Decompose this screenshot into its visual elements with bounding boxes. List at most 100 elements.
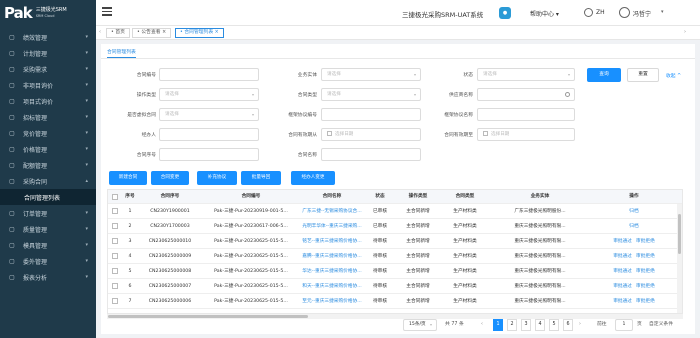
menu-toggle-icon[interactable] (102, 7, 112, 17)
page-number-input[interactable]: 1 (615, 319, 633, 331)
cell-code[interactable]: Pak-三捷-Pur-20230625-015-5... (202, 294, 300, 309)
row-action-link[interactable]: 审批通过 (613, 239, 632, 244)
sidebar-item-7[interactable]: ▢ 价格管理 ▾ (0, 141, 96, 157)
op-type-select[interactable]: 请选择 ▾ (159, 88, 259, 101)
supplement-button[interactable]: 补充协议 (197, 171, 237, 185)
handler-input[interactable] (159, 128, 259, 141)
row-checkbox[interactable] (112, 223, 118, 229)
new-contract-button[interactable]: 新建合同 (109, 171, 147, 185)
page-button[interactable]: 5 (549, 319, 559, 331)
cell-code[interactable]: Pak-三捷-Pur-20230625-015-5... (202, 279, 300, 294)
valid-to-date[interactable]: 选择日期 (477, 128, 575, 141)
valid-from-date[interactable]: 选择日期 (321, 128, 421, 141)
row-action-link[interactable]: 归档 (629, 224, 638, 229)
sidebar-item-0[interactable]: ▢ 绩效管理 ▾ (0, 29, 96, 45)
cell-code[interactable]: Pak-三捷-Pur-20230919-001-5... (202, 204, 300, 219)
column-header[interactable]: 合同名称 (300, 190, 364, 204)
row-action-link[interactable]: 审批拒绝 (636, 284, 655, 289)
sidebar-item-5[interactable]: ▢ 招标管理 ▾ (0, 109, 96, 125)
sidebar-item-9[interactable]: ▢ 采购合同 ▴ (0, 173, 96, 189)
cell-name[interactable]: 至元--重庆三捷采购价格协... (300, 294, 364, 309)
sidebar-item-8[interactable]: ▢ 配额管理 ▾ (0, 157, 96, 173)
subtab-contract-list[interactable]: 合同管理列表 (107, 48, 136, 58)
row-action-link[interactable]: 归档 (629, 209, 638, 214)
contract-name-input[interactable] (321, 148, 421, 161)
column-header[interactable]: 序号 (122, 190, 138, 204)
row-action-link[interactable]: 审批通过 (613, 269, 632, 274)
table-row[interactable]: 5 CN230625000008 Pak-三捷-Pur-20230625-015-5… (108, 264, 682, 279)
cell-code[interactable]: Pak-三捷-Pur-20230625-015-5... (202, 264, 300, 279)
chevron-down-icon[interactable]: ▾ (661, 9, 664, 15)
row-action-link[interactable]: 审批拒绝 (636, 299, 655, 304)
sidebar-item-after-1[interactable]: ▢ 质量管理 ▾ (0, 221, 96, 237)
tab-home[interactable]: • 首页 (106, 28, 130, 38)
framework-no-input[interactable] (321, 108, 421, 121)
language-switch[interactable]: ZH (596, 9, 605, 16)
sidebar-subitem-contract-list[interactable]: 合同管理列表 (0, 189, 96, 205)
row-checkbox[interactable] (112, 268, 118, 274)
row-checkbox[interactable] (112, 283, 118, 289)
tabs-left-arrow-icon[interactable]: ‹ (99, 29, 101, 35)
sidebar-item-4[interactable]: ▢ 项目式询价 ▾ (0, 93, 96, 109)
tab-contract-list[interactable]: • 合同管理列表 × (175, 28, 224, 38)
contract-type-select[interactable]: 请选择 ▾ (321, 88, 421, 101)
cell-name[interactable]: 和天--重庆三捷采购价格协... (300, 279, 364, 294)
cell-name[interactable]: 华达--重庆三捷采购价格协... (300, 264, 364, 279)
status-select[interactable]: 请选择 ▾ (477, 68, 575, 81)
column-header[interactable]: 合同序号 (138, 190, 202, 204)
globe-icon[interactable] (584, 8, 593, 17)
batch-export-button[interactable]: 批量导回 (241, 171, 281, 185)
chat-icon[interactable]: ● (499, 7, 511, 19)
sidebar-item-1[interactable]: ▢ 计划管理 ▾ (0, 45, 96, 61)
handler-change-button[interactable]: 经办人变更 (291, 171, 335, 185)
user-name[interactable]: 冯哲宁 (633, 9, 651, 18)
custom-condition-link[interactable]: 自定义条件 (649, 319, 673, 331)
row-action-link[interactable]: 审批通过 (613, 299, 632, 304)
row-checkbox[interactable] (112, 298, 118, 304)
table-row[interactable]: 1 CN230Y1900001 Pak-三捷-Pur-20230919-001-5.… (108, 204, 682, 219)
page-button[interactable]: 2 (507, 319, 517, 331)
column-header[interactable]: 合同类型 (440, 190, 490, 204)
sidebar-item-2[interactable]: ▢ 采购需求 ▾ (0, 61, 96, 77)
row-action-link[interactable]: 审批拒绝 (636, 254, 655, 259)
framework-name-input[interactable] (477, 108, 575, 121)
table-row[interactable]: 6 CN230625000007 Pak-三捷-Pur-20230625-015-5… (108, 279, 682, 294)
cell-code[interactable]: Pak-三捷-Pur-20230625-015-5... (202, 249, 300, 264)
cell-code[interactable]: Pak-三捷-Pur-20230625-015-5... (202, 234, 300, 249)
supplier-input[interactable] (477, 88, 575, 101)
sidebar-item-after-2[interactable]: ▢ 模具管理 ▾ (0, 237, 96, 253)
cell-name[interactable]: 嘉腾--重庆三捷采购价格协... (300, 249, 364, 264)
prev-page-icon[interactable]: ‹ (481, 319, 483, 331)
row-checkbox[interactable] (112, 238, 118, 244)
row-action-link[interactable]: 审批通过 (613, 284, 632, 289)
sidebar-item-6[interactable]: ▢ 竞价管理 ▾ (0, 125, 96, 141)
table-row[interactable]: 3 CN230625000010 Pak-三捷-Pur-20230625-015-5… (108, 234, 682, 249)
contract-change-button[interactable]: 合同变更 (151, 171, 189, 185)
page-button[interactable]: 3 (521, 319, 531, 331)
table-row[interactable]: 4 CN230625000009 Pak-三捷-Pur-20230625-015-5… (108, 249, 682, 264)
sidebar-item-after-3[interactable]: ▢ 委外管理 ▾ (0, 253, 96, 269)
cell-name[interactable]: 广东三捷--无锡采购协议合... (300, 204, 364, 219)
select-all-checkbox[interactable] (112, 194, 118, 200)
row-action-link[interactable]: 审批拒绝 (636, 269, 655, 274)
row-action-link[interactable]: 审批拒绝 (636, 239, 655, 244)
page-size-select[interactable]: 15条/页 ▾ (403, 319, 437, 331)
page-button[interactable]: 1 (493, 319, 503, 331)
tab-notice[interactable]: • 公告查看 × (132, 28, 172, 38)
help-center-menu[interactable]: 帮助中心 ▾ (530, 9, 559, 18)
column-header[interactable]: 业务实体 (490, 190, 590, 204)
next-page-icon[interactable]: › (579, 319, 581, 331)
sidebar-item-after-4[interactable]: ▢ 报表分析 ▾ (0, 269, 96, 285)
cell-name[interactable]: 光明丰华体--重庆三捷采购... (300, 219, 364, 234)
cell-code[interactable]: Pak-三捷-Pur-20230617-006-5... (202, 219, 300, 234)
tabs-right-arrow-icon[interactable]: › (684, 29, 686, 35)
table-row[interactable]: 2 CN230Y1700003 Pak-三捷-Pur-20230617-006-5.… (108, 219, 682, 234)
vertical-scrollbar[interactable] (677, 204, 682, 313)
row-checkbox[interactable] (112, 208, 118, 214)
collapse-toggle[interactable]: 收起 ^ (666, 72, 681, 79)
column-header[interactable]: 状态 (364, 190, 396, 204)
virtual-select[interactable]: 请选择 ▾ (159, 108, 259, 121)
table-row[interactable]: 7 CN230625000006 Pak-三捷-Pur-20230625-015-5… (108, 294, 682, 309)
page-button[interactable]: 6 (563, 319, 573, 331)
column-header[interactable]: 操作 (590, 190, 678, 204)
